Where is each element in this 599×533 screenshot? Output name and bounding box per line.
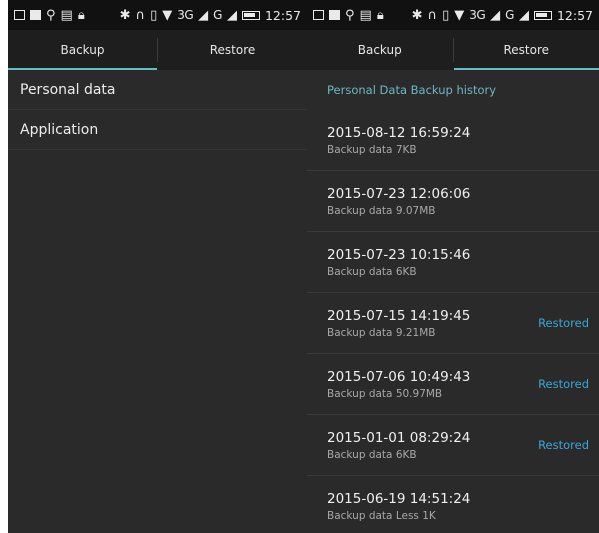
lock-icon: 🔒︎ [77, 7, 85, 23]
status-bar: ⚲ ▤ 🔒︎ ✱ ∩ ▯ ▼ 3G ◢ G ◢ 12:57 [8, 0, 307, 30]
backup-history-list: 2015-08-12 16:59:24 Backup data 7KB 2015… [307, 110, 599, 533]
history-date: 2015-07-15 14:19:45 [327, 307, 471, 324]
network-type: 3G [469, 8, 486, 22]
battery-icon [533, 10, 552, 20]
history-item[interactable]: 2015-07-23 12:06:06 Backup data 9.07MB [307, 171, 599, 232]
restored-status: Restored [538, 316, 589, 330]
history-size: Backup data Less 1K [327, 509, 436, 522]
history-date: 2015-06-19 14:51:24 [327, 490, 471, 507]
message-icon: ▤ [60, 7, 73, 23]
history-size: Backup data 50.97MB [327, 387, 443, 400]
restored-status: Restored [538, 438, 589, 452]
wifi-icon: ▼ [454, 7, 465, 23]
usb-icon: ⚲ [345, 7, 355, 23]
history-size: Backup data 9.21MB [327, 326, 436, 339]
history-size: Backup data 9.07MB [327, 204, 436, 217]
clock: 12:57 [556, 7, 593, 23]
tab-bar: Backup Restore [307, 30, 599, 70]
list-item-personal-data[interactable]: Personal data [8, 70, 307, 110]
history-header: Personal Data Backup history [327, 83, 497, 97]
bluetooth-icon: ✱ [119, 7, 131, 23]
restored-status: Restored [538, 377, 589, 391]
network-type-2: G [213, 8, 222, 22]
history-item[interactable]: 2015-07-06 10:49:43 Backup data 50.97MB … [307, 354, 599, 415]
history-item[interactable]: 2015-01-01 08:29:24 Backup data 6KB Rest… [307, 415, 599, 476]
history-item[interactable]: 2015-07-15 14:19:45 Backup data 9.21MB R… [307, 293, 599, 354]
signal-icon: ◢ [490, 7, 501, 23]
history-date: 2015-07-06 10:49:43 [327, 368, 471, 385]
restore-screen: ⚲ ▤ 🔒︎ ✱ ∩ ▯ ▼ 3G ◢ G ◢ 12:57 Backup Res… [307, 0, 599, 533]
signal-icon-2: ◢ [518, 7, 529, 23]
history-date: 2015-01-01 08:29:24 [327, 429, 471, 446]
history-item[interactable]: 2015-06-19 14:51:24 Backup data Less 1K [307, 476, 599, 533]
screenshot-icon [14, 10, 25, 20]
history-size: Backup data 6KB [327, 265, 417, 278]
gallery-icon [30, 10, 41, 20]
signal-icon: ◢ [198, 7, 209, 23]
history-item[interactable]: 2015-08-12 16:59:24 Backup data 7KB [307, 110, 599, 171]
usb-icon: ⚲ [46, 7, 56, 23]
backup-screen: ⚲ ▤ 🔒︎ ✱ ∩ ▯ ▼ 3G ◢ G ◢ 12:57 Backup Res… [8, 0, 307, 533]
wifi-icon: ▼ [162, 7, 173, 23]
history-date: 2015-07-23 12:06:06 [327, 185, 471, 202]
history-item[interactable]: 2015-07-23 10:15:46 Backup data 6KB [307, 232, 599, 293]
history-size: Backup data 7KB [327, 143, 417, 156]
tab-backup[interactable]: Backup [307, 30, 453, 70]
vibrate-icon: ▯ [442, 7, 450, 23]
network-type: 3G [177, 8, 194, 22]
lock-icon: 🔒︎ [376, 7, 384, 23]
battery-icon [241, 10, 260, 20]
tab-restore[interactable]: Restore [453, 30, 599, 70]
tab-bar: Backup Restore [8, 30, 307, 70]
clock: 12:57 [264, 7, 301, 23]
gallery-icon [329, 10, 340, 20]
tab-backup[interactable]: Backup [8, 30, 157, 70]
list-item-application[interactable]: Application [8, 110, 307, 150]
history-date: 2015-08-12 16:59:24 [327, 124, 471, 141]
history-size: Backup data 6KB [327, 448, 417, 461]
headset-icon: ∩ [135, 7, 146, 23]
screenshot-icon [313, 10, 324, 20]
history-date: 2015-07-23 10:15:46 [327, 246, 471, 263]
network-type-2: G [505, 8, 514, 22]
tab-restore[interactable]: Restore [158, 30, 307, 70]
signal-icon-2: ◢ [226, 7, 237, 23]
vibrate-icon: ▯ [150, 7, 158, 23]
backup-category-list: Personal data Application [8, 70, 307, 150]
bluetooth-icon: ✱ [411, 7, 423, 23]
status-bar: ⚲ ▤ 🔒︎ ✱ ∩ ▯ ▼ 3G ◢ G ◢ 12:57 [307, 0, 599, 30]
headset-icon: ∩ [427, 7, 438, 23]
message-icon: ▤ [359, 7, 372, 23]
